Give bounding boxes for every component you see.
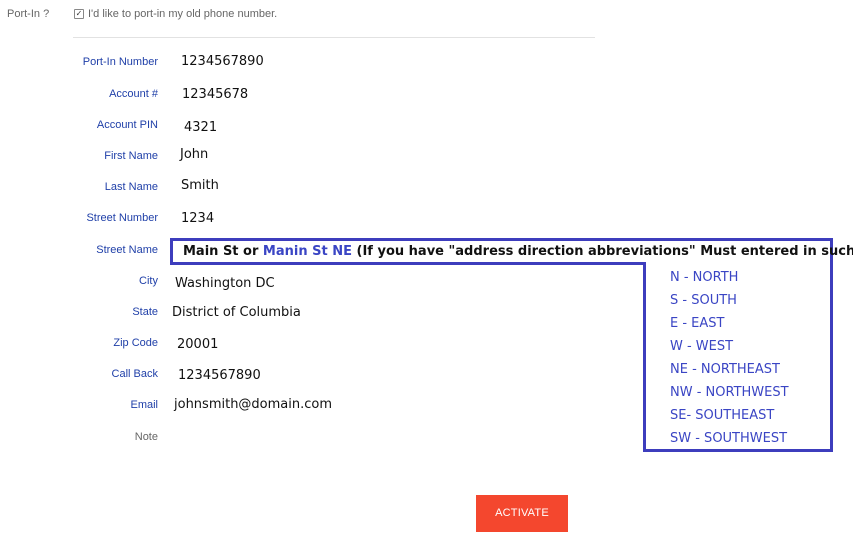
port-in-label: Port-In ?: [7, 8, 50, 20]
first-name-field[interactable]: John: [180, 147, 208, 162]
label-street-number: Street Number: [86, 212, 158, 224]
street-name-example: Manin St NE: [262, 244, 352, 259]
call-back-field[interactable]: 1234567890: [178, 368, 261, 383]
label-state: State: [132, 306, 158, 318]
annotation-box-list: [643, 262, 833, 452]
activate-button[interactable]: ACTIVATE: [476, 495, 568, 532]
label-email: Email: [130, 399, 158, 411]
state-field[interactable]: District of Columbia: [172, 305, 301, 320]
zip-code-field[interactable]: 20001: [177, 337, 218, 352]
direction-item: NE - NORTHEAST: [670, 362, 780, 377]
label-port-in-number: Port-In Number: [82, 56, 158, 68]
direction-item: S - SOUTH: [670, 293, 737, 308]
label-call-back: Call Back: [111, 368, 158, 380]
port-in-checkbox-label[interactable]: I'd like to port-in my old phone number.: [88, 8, 277, 20]
city-field[interactable]: Washington DC: [175, 276, 275, 291]
label-last-name: Last Name: [104, 181, 158, 193]
label-city: City: [139, 275, 158, 287]
label-account-pin: Account PIN: [96, 119, 158, 131]
label-zip-code: Zip Code: [113, 337, 158, 349]
direction-item: N - NORTH: [670, 270, 739, 285]
direction-item: NW - NORTHWEST: [670, 385, 789, 400]
label-account-number: Account #: [109, 88, 158, 100]
port-in-number-field[interactable]: 1234567890: [181, 54, 264, 69]
email-field[interactable]: johnsmith@domain.com: [174, 397, 332, 412]
direction-item: SW - SOUTHWEST: [670, 431, 788, 446]
port-in-checkbox[interactable]: ✓: [74, 9, 84, 19]
direction-item: SE- SOUTHEAST: [670, 408, 775, 423]
account-number-field[interactable]: 12345678: [182, 87, 248, 102]
divider: [73, 37, 595, 38]
last-name-field[interactable]: Smith: [181, 178, 219, 193]
direction-item: E - EAST: [670, 316, 725, 331]
label-note: Note: [134, 431, 158, 443]
account-pin-field[interactable]: 4321: [184, 120, 217, 135]
street-name-field[interactable]: Main St or Manin St NE (If you have "add…: [183, 244, 853, 259]
street-number-field[interactable]: 1234: [181, 211, 214, 226]
annotation-box-underline: [170, 262, 646, 265]
label-street-name: Street Name: [96, 244, 158, 256]
label-first-name: First Name: [104, 150, 158, 162]
direction-item: W - WEST: [670, 339, 734, 354]
